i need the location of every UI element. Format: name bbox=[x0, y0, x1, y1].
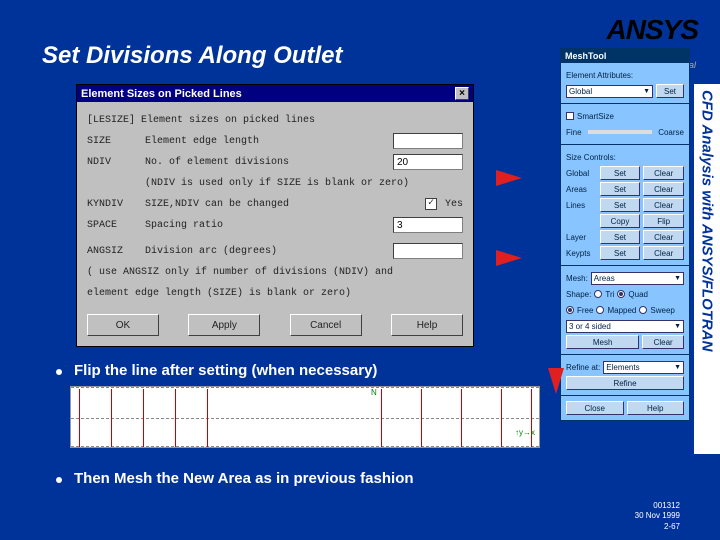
size-input[interactable] bbox=[393, 133, 463, 149]
sc-keypts-set[interactable]: Set bbox=[600, 246, 641, 260]
elem-attr-select[interactable]: Global▼ bbox=[566, 85, 653, 98]
chevron-down-icon: ▼ bbox=[674, 323, 681, 330]
sc-lines-set[interactable]: Set bbox=[600, 198, 641, 212]
ndiv-input[interactable] bbox=[393, 154, 463, 170]
sc-layer-clear[interactable]: Clear bbox=[643, 230, 684, 244]
ndiv-text: No. of element divisions bbox=[145, 157, 385, 168]
mesh-button[interactable]: Mesh bbox=[566, 335, 639, 349]
sc-global-clear[interactable]: Clear bbox=[643, 166, 684, 180]
dialog-title-text: Element Sizes on Picked Lines bbox=[81, 88, 242, 100]
angsiz-note2: element edge length (SIZE) is blank or z… bbox=[87, 288, 351, 299]
mesh-select[interactable]: Areas▼ bbox=[591, 272, 684, 285]
cancel-button[interactable]: Cancel bbox=[290, 314, 362, 336]
dialog-titlebar[interactable]: Element Sizes on Picked Lines × bbox=[77, 85, 473, 102]
sc-lines-label: Lines bbox=[566, 201, 597, 210]
angsiz-label: ANGSIZ bbox=[87, 246, 137, 257]
meshtool-panel: MeshTool Element Attributes: Global▼ Set… bbox=[560, 48, 690, 421]
kyndiv-text: SIZE,NDIV can be changed bbox=[145, 199, 417, 210]
elem-attr-label: Element Attributes: bbox=[566, 71, 633, 80]
ndiv-label: NDIV bbox=[87, 157, 137, 168]
arrow-icon bbox=[548, 368, 564, 394]
refine-select[interactable]: Elements▼ bbox=[603, 361, 684, 374]
sc-lines-copy[interactable]: Copy bbox=[600, 214, 641, 228]
sweep-radio[interactable] bbox=[639, 306, 647, 314]
meshtool-title[interactable]: MeshTool bbox=[561, 49, 689, 63]
sc-keypts-label: Keypts bbox=[566, 249, 597, 258]
slide-footer: 001312 30 Nov 1999 2-67 bbox=[635, 501, 680, 532]
flip-n-label: N bbox=[371, 388, 377, 397]
arrow-icon bbox=[496, 170, 522, 186]
sc-areas-label: Areas bbox=[566, 185, 597, 194]
sc-layer-set[interactable]: Set bbox=[600, 230, 641, 244]
refine-label: Refine at: bbox=[566, 363, 600, 372]
line-flip-graphic: N ↑y→x bbox=[70, 386, 540, 448]
kyndiv-checkbox[interactable]: ✓ bbox=[425, 198, 437, 210]
angsiz-note: ( use ANGSIZ only if number of divisions… bbox=[87, 267, 393, 278]
bullet-item: Flip the line after setting (when necess… bbox=[56, 362, 377, 379]
element-sizes-dialog: Element Sizes on Picked Lines × [LESIZE]… bbox=[76, 84, 474, 347]
page-title: Set Divisions Along Outlet bbox=[42, 42, 342, 70]
coarse-label: Coarse bbox=[658, 128, 684, 137]
dialog-header: [LESIZE] Element sizes on picked lines bbox=[87, 115, 315, 126]
ok-button[interactable]: OK bbox=[87, 314, 159, 336]
sc-global-set[interactable]: Set bbox=[600, 166, 641, 180]
arrow-icon bbox=[496, 250, 522, 266]
refine-button[interactable]: Refine bbox=[566, 376, 684, 390]
chevron-down-icon: ▼ bbox=[674, 275, 681, 282]
meshtool-help-button[interactable]: Help bbox=[627, 401, 685, 415]
mapped-radio[interactable] bbox=[596, 306, 604, 314]
chevron-down-icon: ▼ bbox=[643, 88, 650, 95]
sc-areas-clear[interactable]: Clear bbox=[643, 182, 684, 196]
size-label: SIZE bbox=[87, 136, 137, 147]
sc-keypts-clear[interactable]: Clear bbox=[643, 246, 684, 260]
sc-lines-clear[interactable]: Clear bbox=[643, 198, 684, 212]
elem-attr-set-button[interactable]: Set bbox=[656, 84, 684, 98]
mesh-opt-select[interactable]: 3 or 4 sided▼ bbox=[566, 320, 684, 333]
fine-label: Fine bbox=[566, 128, 582, 137]
side-label: CFD Analysis with ANSYS/FLOTRAN bbox=[694, 84, 720, 454]
bullet-dot-icon bbox=[56, 369, 62, 375]
brand-logo: ANSYS bbox=[607, 14, 698, 46]
meshtool-close-button[interactable]: Close bbox=[566, 401, 624, 415]
ndiv-note: (NDIV is used only if SIZE is blank or z… bbox=[145, 178, 409, 189]
size-controls-label: Size Controls: bbox=[566, 153, 616, 162]
bullet-item: Then Mesh the New Area as in previous fa… bbox=[56, 470, 414, 487]
kyndiv-yes: Yes bbox=[445, 199, 463, 210]
smartsize-slider[interactable] bbox=[588, 130, 653, 134]
sc-lines-flip[interactable]: Flip bbox=[643, 214, 684, 228]
help-button[interactable]: Help bbox=[391, 314, 463, 336]
shape-tri-radio[interactable] bbox=[594, 290, 602, 298]
close-icon[interactable]: × bbox=[455, 87, 469, 100]
smartsize-label: SmartSize bbox=[577, 112, 684, 121]
bullet-text: Flip the line after setting (when necess… bbox=[74, 362, 377, 379]
space-text: Spacing ratio bbox=[145, 220, 385, 231]
sc-areas-set[interactable]: Set bbox=[600, 182, 641, 196]
kyndiv-label: KYNDIV bbox=[87, 199, 137, 210]
bullet-dot-icon bbox=[56, 477, 62, 483]
sc-global-label: Global bbox=[566, 169, 597, 178]
space-input[interactable] bbox=[393, 217, 463, 233]
shape-quad-radio[interactable] bbox=[617, 290, 625, 298]
sc-layer-label: Layer bbox=[566, 233, 597, 242]
size-text: Element edge length bbox=[145, 136, 385, 147]
space-label: SPACE bbox=[87, 220, 137, 231]
angsiz-input[interactable] bbox=[393, 243, 463, 259]
mesh-label: Mesh: bbox=[566, 274, 588, 283]
chevron-down-icon: ▼ bbox=[674, 364, 681, 371]
smartsize-checkbox[interactable] bbox=[566, 112, 574, 120]
bullet-text: Then Mesh the New Area as in previous fa… bbox=[74, 470, 414, 487]
axis-icon: ↑y→x bbox=[515, 428, 535, 437]
shape-label: Shape: bbox=[566, 290, 591, 299]
angsiz-text: Division arc (degrees) bbox=[145, 246, 385, 257]
apply-button[interactable]: Apply bbox=[188, 314, 260, 336]
mesh-clear-button[interactable]: Clear bbox=[642, 335, 684, 349]
free-radio[interactable] bbox=[566, 306, 574, 314]
